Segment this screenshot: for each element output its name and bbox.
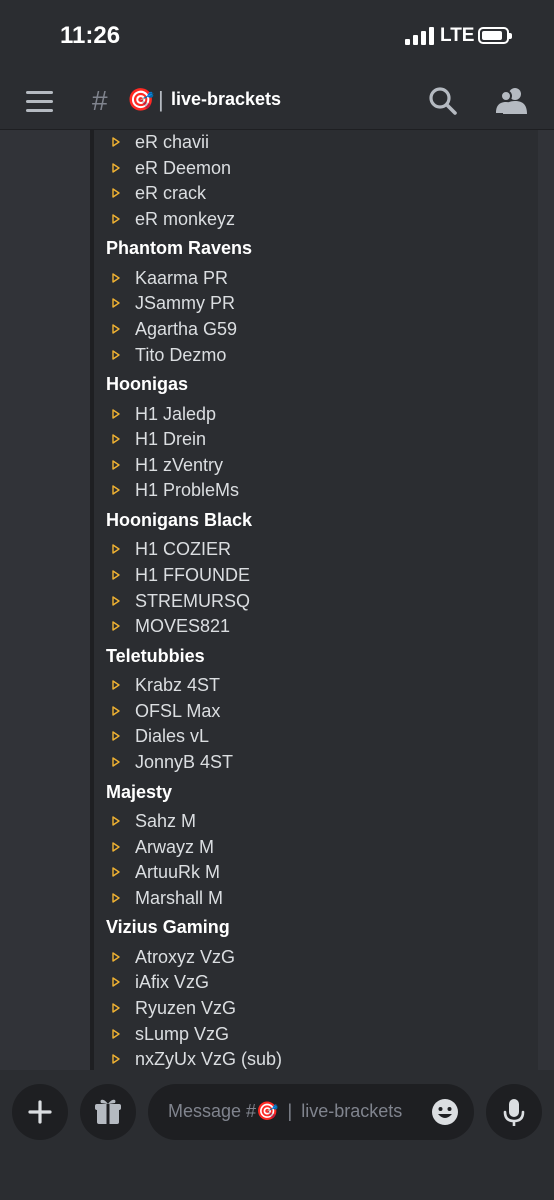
triangle-right-icon [112, 485, 120, 496]
player-name: H1 COZIER [135, 539, 232, 560]
player-name: H1 Drein [135, 429, 207, 450]
triangle-right-icon [112, 570, 120, 580]
player-name: Tito Dezmo [135, 344, 227, 365]
triangle-right-icon [112, 1003, 120, 1013]
members-icon[interactable] [494, 84, 528, 118]
voice-message-button[interactable] [486, 1084, 542, 1140]
player-name: eR chavii [135, 132, 210, 152]
triangle-right-icon [112, 162, 120, 173]
player-name: eR Deemon [135, 157, 232, 178]
player-name: MOVES821 [135, 616, 231, 637]
network-label: LTE [440, 25, 475, 46]
hamburger-menu-icon[interactable] [26, 89, 54, 113]
message-area[interactable]: eR chavii eR Deemon eR crack eR monkeyz Phan… [0, 130, 554, 1070]
channel-emoji: 🎯 [127, 87, 155, 112]
triangle-right-icon [112, 137, 120, 147]
team-heading: Phantom Ravens [106, 238, 253, 259]
channel-name[interactable]: live-brackets [171, 89, 281, 110]
emoji-icon[interactable] [430, 1097, 460, 1127]
triangle-right-icon [112, 680, 120, 690]
channel-separator: | [158, 87, 164, 112]
triangle-right-icon [112, 298, 120, 309]
player-name: OFSL Max [135, 700, 221, 721]
triangle-right-icon [112, 977, 120, 988]
triangle-right-icon [112, 324, 120, 334]
add-attachment-button[interactable] [12, 1084, 68, 1140]
player-name: iAfix VzG [135, 972, 210, 993]
message-placeholder: Message #🎯 | live-brackets [168, 1101, 403, 1121]
triangle-right-icon [112, 757, 120, 767]
triangle-right-icon [112, 595, 120, 606]
triangle-right-icon [112, 408, 120, 419]
player-name: H1 zVentry [135, 454, 224, 475]
battery-icon [478, 27, 512, 44]
player-name: Diales vL [135, 726, 210, 747]
triangle-right-icon [112, 841, 120, 852]
player-name: eR crack [135, 183, 207, 204]
triangle-right-icon [112, 1054, 120, 1064]
triangle-right-icon [112, 544, 120, 555]
triangle-right-icon [112, 188, 120, 198]
message-input[interactable]: Message #🎯 | live-brackets [148, 1084, 474, 1140]
triangle-right-icon [112, 1028, 120, 1039]
triangle-right-icon [112, 893, 120, 903]
player-name: Ryuzen VzG [135, 998, 237, 1018]
player-name: H1 Jaledp [135, 403, 217, 424]
triangle-right-icon [112, 214, 120, 224]
player-name: STREMURSQ [135, 590, 251, 611]
channel-header: # 🎯 | live-brackets [0, 74, 554, 130]
triangle-right-icon [112, 952, 120, 962]
team-heading: Hoonigans Black [106, 509, 253, 530]
gift-button[interactable] [80, 1084, 136, 1140]
plus-icon [28, 1100, 52, 1124]
player-name: Atroxyz VzG [135, 946, 236, 967]
player-name: Marshall M [135, 887, 224, 908]
player-name: sLump VzG [135, 1023, 230, 1044]
player-name: Agartha G59 [135, 319, 238, 339]
search-icon[interactable] [426, 84, 460, 118]
triangle-right-icon [112, 731, 120, 742]
player-name: H1 FFOUNDE [135, 565, 251, 585]
placeholder-emoji: 🎯 [256, 1101, 279, 1121]
team-heading: Hoonigas [106, 374, 189, 395]
triangle-right-icon [112, 706, 120, 716]
player-name: ArtuuRk M [135, 862, 221, 883]
team-heading: Majesty [106, 781, 173, 802]
channel-hash-icon: # [92, 85, 108, 116]
player-name: eR monkeyz [135, 208, 236, 229]
player-name: Arwayz M [135, 836, 215, 857]
gift-icon [95, 1099, 121, 1124]
player-name: nxZyUx VzG (sub) [135, 1049, 283, 1070]
triangle-right-icon [112, 621, 120, 631]
triangle-right-icon [112, 349, 120, 360]
triangle-right-icon [112, 273, 120, 283]
signal-icon [405, 27, 437, 45]
team-heading: Teletubbies [106, 645, 205, 666]
triangle-right-icon [112, 434, 120, 444]
triangle-right-icon [112, 816, 120, 826]
microphone-icon [503, 1099, 525, 1126]
player-name: Sahz M [135, 811, 197, 831]
status-time: 11:26 [60, 22, 121, 49]
player-name: H1 ProbleMs [135, 480, 240, 501]
player-name: Krabz 4ST [135, 675, 221, 696]
composer-bar: Message #🎯 | live-brackets [0, 1070, 554, 1200]
player-name: Kaarma PR [135, 267, 229, 288]
status-bar: 11:26 LTE [0, 0, 554, 74]
player-name: JSammy PR [135, 293, 236, 314]
player-name: JonnyB 4ST [135, 752, 234, 772]
team-heading: Vizius Gaming [106, 917, 230, 938]
triangle-right-icon [112, 867, 120, 877]
triangle-right-icon [112, 460, 120, 470]
